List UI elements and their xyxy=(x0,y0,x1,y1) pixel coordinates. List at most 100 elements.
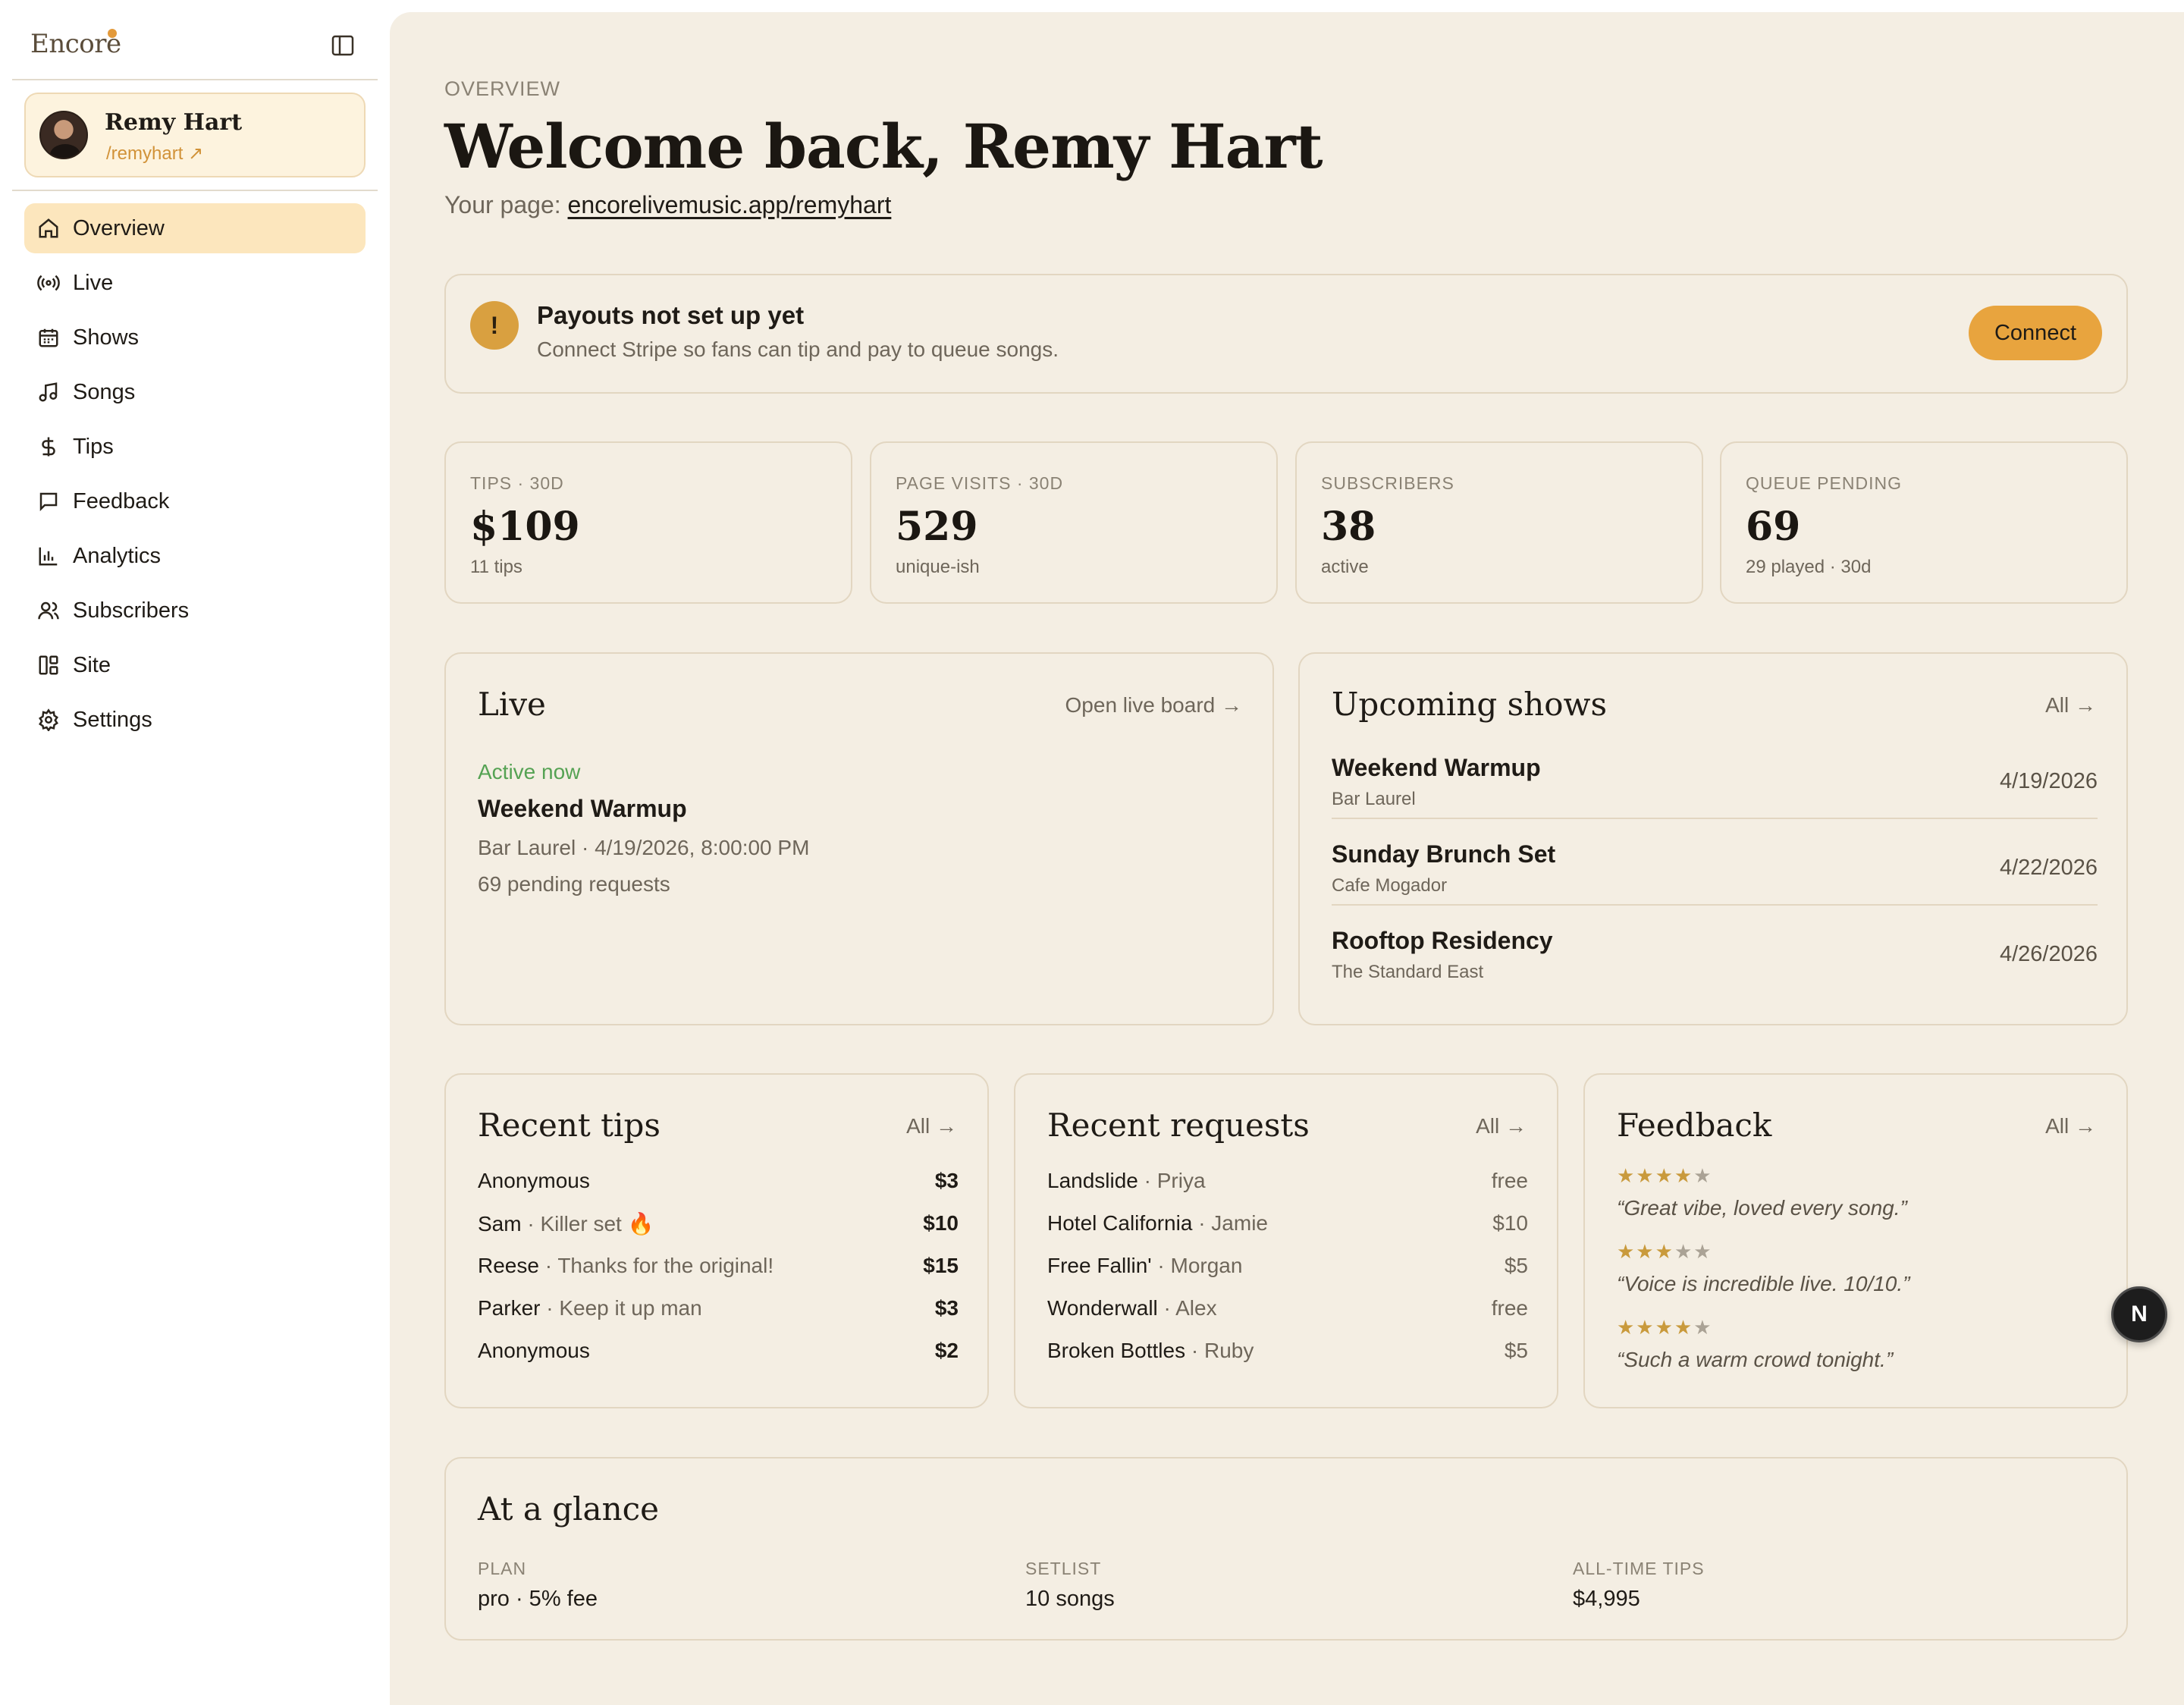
stat-card-page-visits: PAGE VISITS · 30D 529 unique-ish xyxy=(870,441,1278,604)
music-note-icon xyxy=(36,380,61,404)
profile-name: Remy Hart xyxy=(105,109,243,136)
tip-row: Parker · Keep it up man $3 xyxy=(478,1296,959,1327)
live-show-name: Weekend Warmup xyxy=(478,795,687,822)
sidebar-item-analytics[interactable]: Analytics xyxy=(24,531,366,581)
stat-value: 529 xyxy=(896,504,978,550)
stat-card-tips: TIPS · 30D $109 11 tips xyxy=(444,441,852,604)
stat-value: 38 xyxy=(1321,504,1376,550)
page-url-line: Your page: encorelivemusic.app/remyhart xyxy=(444,191,891,219)
glance-setlist: SETLIST 10 songs xyxy=(1025,1559,1115,1612)
sidebar-item-feedback[interactable]: Feedback xyxy=(24,476,366,526)
bar-chart-icon xyxy=(36,544,61,568)
users-icon xyxy=(36,598,61,623)
profile-card[interactable]: Remy Hart /remyhart ↗ xyxy=(24,93,366,177)
profile-handle-link[interactable]: /remyhart ↗ xyxy=(106,143,203,165)
section-title: Feedback xyxy=(1617,1107,1772,1144)
payout-banner: ! Payouts not set up yet Connect Stripe … xyxy=(444,274,2128,394)
sidebar-item-label: Settings xyxy=(73,707,152,732)
glance-plan: PLAN pro · 5% fee xyxy=(478,1559,598,1612)
feedback-quote: “Great vibe, loved every song.” xyxy=(1617,1196,1907,1220)
show-date: 4/22/2026 xyxy=(1999,856,2098,880)
stat-value: $109 xyxy=(470,504,580,550)
tip-note: · Keep it up man xyxy=(540,1296,702,1320)
connect-button[interactable]: Connect xyxy=(1969,306,2102,360)
sidebar-item-label: Subscribers xyxy=(73,598,190,623)
sidebar-toggle-icon[interactable] xyxy=(331,33,355,58)
floating-action-button[interactable]: N xyxy=(2111,1286,2167,1342)
request-row: Broken Bottles · Ruby $5 xyxy=(1047,1339,1528,1369)
sidebar-item-live[interactable]: Live xyxy=(24,258,366,308)
show-date: 4/26/2026 xyxy=(1999,942,2098,966)
request-amount: $5 xyxy=(1504,1339,1528,1362)
sidebar-item-tips[interactable]: Tips xyxy=(24,422,366,472)
sidebar-item-shows[interactable]: Shows xyxy=(24,312,366,363)
sidebar-item-overview[interactable]: Overview xyxy=(24,203,366,253)
payout-title: Payouts not set up yet xyxy=(537,301,805,329)
request-amount: free xyxy=(1491,1296,1528,1320)
sidebar-item-label: Songs xyxy=(73,379,136,404)
live-status: Active now xyxy=(478,760,581,783)
divider xyxy=(1332,904,2098,906)
page-url-prefix: Your page: xyxy=(444,191,568,218)
stat-label: SUBSCRIBERS xyxy=(1321,473,1454,493)
stat-sub: active xyxy=(1321,557,1369,577)
stat-label: TIPS · 30D xyxy=(470,473,564,493)
section-title: Recent tips xyxy=(478,1107,661,1144)
show-name: Weekend Warmup xyxy=(1332,754,1541,781)
request-song: Hotel California xyxy=(1047,1211,1193,1235)
request-row: Wonderwall · Alex free xyxy=(1047,1296,1528,1327)
sidebar-item-site[interactable]: Site xyxy=(24,640,366,690)
sidebar-item-label: Overview xyxy=(73,215,165,240)
all-tips-link[interactable]: All → xyxy=(906,1114,957,1138)
star-rating: ★★★★★ xyxy=(1617,1240,1713,1263)
request-requester: · Morgan xyxy=(1151,1254,1243,1277)
glance-value: $4,995 xyxy=(1573,1587,1640,1611)
request-row: Landslide · Priya free xyxy=(1047,1169,1528,1199)
sidebar-item-settings[interactable]: Settings xyxy=(24,695,366,745)
stat-label: QUEUE PENDING xyxy=(1746,473,1902,493)
recent-requests-card: Recent requests All → Landslide · Priya f… xyxy=(1014,1073,1558,1408)
payout-subtitle: Connect Stripe so fans can tip and pay t… xyxy=(537,338,1059,361)
sidebar-item-label: Shows xyxy=(73,325,140,350)
request-song: Free Fallin' xyxy=(1047,1254,1152,1277)
request-amount: free xyxy=(1491,1169,1528,1192)
at-a-glance-card: At a glance PLAN pro · 5% fee SETLIST 10… xyxy=(444,1457,2128,1641)
show-venue: Bar Laurel xyxy=(1332,789,1416,809)
page-url-link[interactable]: encorelivemusic.app/remyhart xyxy=(568,191,892,218)
avatar xyxy=(39,111,88,159)
tip-name: Parker xyxy=(478,1296,541,1320)
glance-value: 10 songs xyxy=(1025,1587,1115,1611)
all-feedback-link[interactable]: All → xyxy=(2045,1114,2096,1138)
request-requester: · Priya xyxy=(1138,1169,1206,1192)
tip-note: · Thanks for the original! xyxy=(538,1254,774,1277)
open-live-board-link[interactable]: Open live board → xyxy=(1065,693,1242,717)
stat-label: PAGE VISITS · 30D xyxy=(896,473,1064,493)
live-card: Live Open live board → Active now Weeken… xyxy=(444,652,1274,1025)
sidebar-item-subscribers[interactable]: Subscribers xyxy=(24,586,366,636)
all-requests-link[interactable]: All → xyxy=(1476,1114,1527,1138)
layout-icon xyxy=(36,653,61,677)
page-title: Welcome back, Remy Hart xyxy=(444,111,1323,182)
main-panel: OVERVIEW Welcome back, Remy Hart Your pa… xyxy=(390,12,2184,1705)
show-row[interactable]: Rooftop Residency The Standard East 4/26… xyxy=(1332,927,2098,1013)
section-title: Live xyxy=(478,686,546,723)
stat-card-queue: QUEUE PENDING 69 29 played · 30d xyxy=(1720,441,2128,604)
section-title: Upcoming shows xyxy=(1332,686,1608,723)
show-row[interactable]: Sunday Brunch Set Cafe Mogador 4/22/2026 xyxy=(1332,840,2098,927)
show-venue: The Standard East xyxy=(1332,962,1484,982)
feedback-quote: “Voice is incredible live. 10/10.” xyxy=(1617,1272,1910,1295)
show-row[interactable]: Weekend Warmup Bar Laurel 4/19/2026 xyxy=(1332,754,2098,840)
all-shows-link[interactable]: All → xyxy=(2045,693,2096,717)
dollar-icon xyxy=(36,435,61,459)
show-name: Sunday Brunch Set xyxy=(1332,840,1556,868)
section-title: At a glance xyxy=(478,1490,659,1528)
show-name: Rooftop Residency xyxy=(1332,927,1553,954)
stat-sub: unique-ish xyxy=(896,557,980,577)
sidebar-item-songs[interactable]: Songs xyxy=(24,367,366,417)
glance-value: pro · 5% fee xyxy=(478,1587,598,1611)
tip-name: Anonymous xyxy=(478,1169,590,1192)
request-requester: · Jamie xyxy=(1192,1211,1268,1235)
sidebar: Encore Remy Hart /remyhart ↗ Overview Li… xyxy=(0,0,388,1705)
broadcast-icon xyxy=(36,271,61,295)
tip-name: Sam xyxy=(478,1212,522,1236)
